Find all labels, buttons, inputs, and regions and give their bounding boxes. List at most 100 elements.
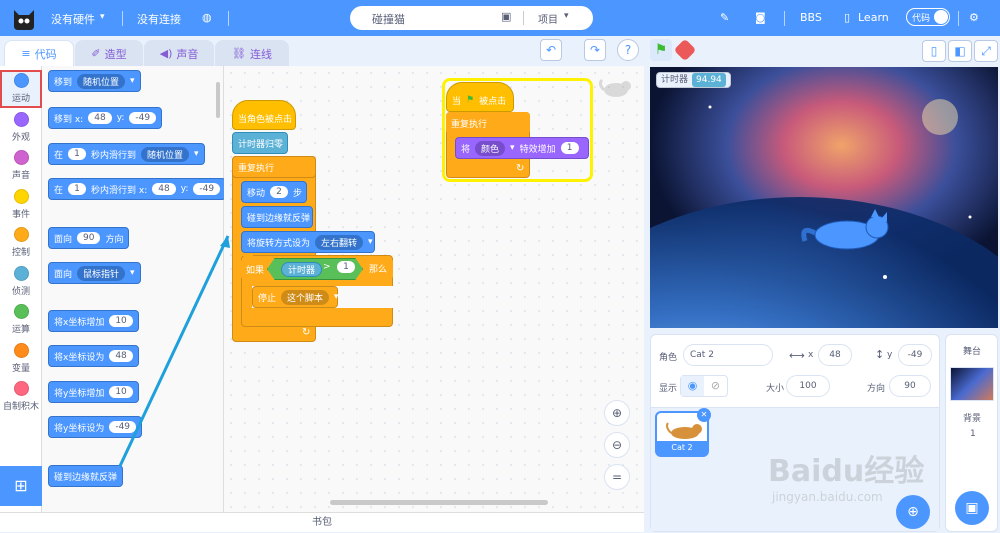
extension-button[interactable]: ⊞ — [0, 466, 42, 506]
code-icon: ≡ — [21, 47, 31, 60]
divider — [958, 11, 959, 26]
project-title-input[interactable]: 碰撞猫 — [372, 11, 405, 27]
globe-icon[interactable]: ◍ — [202, 11, 212, 24]
pencil-icon[interactable]: ✎ — [720, 11, 729, 24]
add-backdrop-button[interactable]: ▣ — [955, 491, 989, 525]
stop-icon[interactable] — [673, 38, 697, 62]
watermark: Baidu经验 jingyan.baidu.com — [768, 454, 925, 504]
arrows-horizontal-icon: ⟷ — [789, 349, 805, 362]
bbs-link[interactable]: BBS — [800, 11, 822, 24]
timer-monitor[interactable]: 计时器 94.94 — [656, 72, 731, 88]
normal-stage-button[interactable]: ◧ — [948, 40, 972, 62]
chevron-down-icon: ▾ — [334, 292, 339, 302]
nebula-backdrop — [650, 67, 998, 328]
project-menu[interactable]: 项目 — [538, 11, 558, 26]
category-menu: 运动外观声音事件控制 侦测 运算变量自制积木 — [0, 66, 42, 532]
category-1[interactable]: 外观 — [0, 109, 42, 147]
hat-when-flag-clicked[interactable]: 当 ⚑ 被点击 — [446, 82, 514, 112]
block-glide-random[interactable]: 在 1 秒内滑行到 随机位置 ▾ — [48, 143, 205, 165]
y-input[interactable]: -49 — [898, 344, 932, 366]
chevron-down-icon: ▾ — [564, 11, 569, 21]
undo-button[interactable]: ↶ — [540, 39, 562, 61]
logo-icon[interactable] — [10, 4, 38, 32]
category-7[interactable]: 变量 — [0, 340, 42, 378]
block-change-y[interactable]: 将y坐标增加 10 — [48, 381, 139, 403]
block-set-rotation[interactable]: 将旋转方式设为 左右翻转 ▾ — [241, 231, 375, 253]
redo-button[interactable]: ↷ — [584, 39, 606, 61]
zoom-in-button[interactable]: ⊕ — [604, 400, 630, 426]
show-toggle[interactable]: ◉ ⊘ — [680, 375, 728, 397]
block-set-x[interactable]: 将x坐标设为 48 — [48, 345, 139, 367]
block-forever-label: 重复执行 — [232, 156, 316, 178]
delete-sprite-button[interactable]: ✕ — [697, 408, 711, 422]
category-dot-icon — [13, 265, 29, 281]
gear-icon[interactable]: ⚙ — [969, 11, 979, 24]
hat-when-sprite-clicked[interactable]: 当角色被点击 — [232, 100, 296, 130]
category-label: 运动 — [11, 94, 30, 104]
block-move-to-random[interactable]: 移到 随机位置 ▾ — [48, 70, 141, 92]
eye-icon[interactable]: ◉ — [681, 376, 704, 396]
learn-link[interactable]: Learn — [858, 11, 889, 24]
help-button[interactable]: ? — [617, 39, 639, 61]
category-label: 变量 — [11, 363, 30, 374]
block-reset-timer[interactable]: 计时器归零 — [232, 132, 288, 154]
loop-arrow-icon: ↻ — [516, 163, 525, 174]
small-stage-button[interactable]: ▯ — [922, 40, 946, 62]
camera-icon[interactable]: ◙ — [755, 11, 766, 24]
category-4[interactable]: 控制 — [0, 224, 42, 262]
category-label: 外观 — [11, 132, 30, 143]
size-input[interactable]: 100 — [786, 375, 830, 397]
tab-sounds[interactable]: ◀) 声音 — [144, 40, 214, 66]
block-stop-script[interactable]: 停止 这个脚本 ▾ — [252, 286, 339, 308]
divider — [122, 11, 123, 26]
category-2[interactable]: 声音 — [0, 147, 42, 185]
stage-thumbnail[interactable] — [950, 367, 994, 401]
code-toggle[interactable]: 代码 — [906, 8, 950, 26]
tab-code[interactable]: ≡ 代码 — [4, 40, 74, 66]
block-change-effect[interactable]: 将 颜色 ▾ 特效增加 1 — [455, 137, 589, 159]
tab-costumes[interactable]: ✐ 造型 — [75, 40, 143, 66]
zoom-reset-button[interactable]: = — [604, 464, 630, 490]
backpack-bar[interactable]: 书包 — [0, 512, 644, 532]
connection-status[interactable]: 没有连接 — [137, 11, 181, 27]
tab-connect[interactable]: ⛓ 连线 — [215, 40, 289, 66]
direction-input[interactable]: 90 — [889, 375, 931, 397]
category-0[interactable]: 运动 — [0, 70, 42, 108]
project-title-box: 碰撞猫 ▣ 项目 ▾ — [350, 6, 593, 30]
category-dot-icon — [13, 342, 29, 358]
zoom-out-button[interactable]: ⊖ — [604, 432, 630, 458]
block-palette — [42, 66, 224, 512]
category-6[interactable]: 运算 — [0, 301, 42, 339]
category-dot-icon — [13, 227, 29, 242]
category-3[interactable]: 事件 — [0, 186, 42, 224]
category-label: 声音 — [11, 171, 30, 181]
category-5[interactable]: 侦测 — [0, 263, 42, 301]
script-scrollbar-h[interactable] — [330, 500, 548, 505]
block-point-direction[interactable]: 面向 90 方向 — [48, 227, 130, 249]
category-label: 事件 — [11, 209, 30, 220]
hardware-menu[interactable]: 没有硬件 — [51, 11, 95, 27]
category-8[interactable]: 自制积木 — [0, 378, 42, 416]
category-dot-icon — [13, 188, 29, 204]
divider — [228, 11, 229, 26]
palette-scrollbar[interactable] — [216, 82, 220, 118]
loop-arrow-icon: ↻ — [302, 327, 311, 338]
block-forever-label-2: 重复执行 — [446, 112, 530, 134]
stage[interactable]: 计时器 94.94 — [650, 67, 998, 328]
fullscreen-button[interactable]: ⤢ — [974, 40, 998, 62]
block-bounce-edge[interactable]: 碰到边缘就反弹 — [241, 206, 313, 228]
block-set-y[interactable]: 将y坐标设为 -49 — [48, 416, 143, 438]
sensing-timer[interactable]: 计时器 — [281, 262, 323, 277]
save-icon[interactable]: ▣ — [501, 10, 511, 23]
block-bounce[interactable]: 碰到边缘就反弹 — [48, 465, 124, 487]
green-flag-button[interactable]: ⚑ — [650, 39, 672, 61]
block-move-to-xy[interactable]: 移到 x: 48 y: -49 — [48, 107, 163, 129]
cat-sprite[interactable] — [795, 207, 895, 257]
x-input[interactable]: 48 — [818, 344, 852, 366]
block-glide-xy[interactable]: 在 1 秒内滑行到 x: 48 y: -49 — [48, 178, 227, 200]
block-move-steps[interactable]: 移动 2 步 — [241, 181, 307, 203]
eye-off-icon[interactable]: ⊘ — [704, 376, 727, 396]
block-change-x[interactable]: 将x坐标增加 10 — [48, 310, 139, 332]
sprite-name-input[interactable]: Cat 2 — [683, 344, 773, 366]
block-point-towards[interactable]: 面向 鼠标指针 ▾ — [48, 262, 141, 284]
